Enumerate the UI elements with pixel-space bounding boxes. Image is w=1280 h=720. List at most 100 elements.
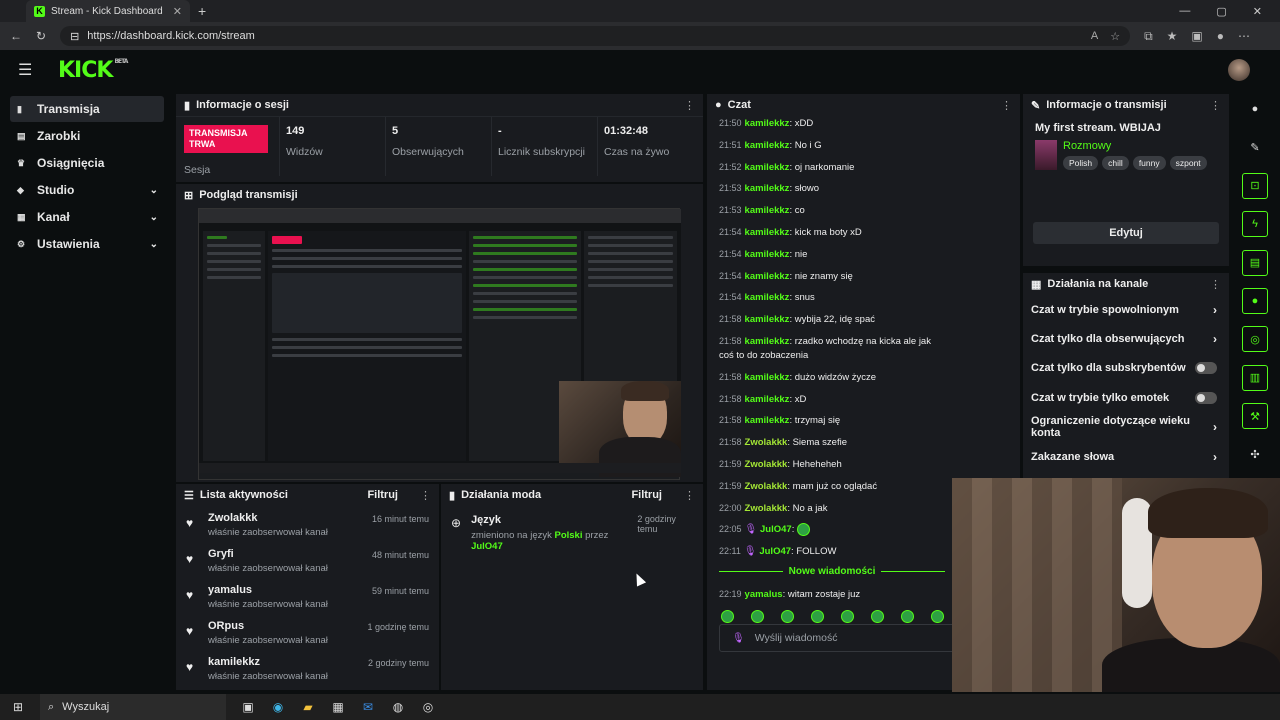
filter-button[interactable]: Filtruj [367, 489, 398, 501]
chat-username[interactable]: kamilekkz [745, 183, 790, 194]
chat-username[interactable]: kamilekkz [745, 249, 790, 260]
edge-icon[interactable]: ◉ [270, 699, 286, 715]
channel-action-item[interactable]: Czat w trybie tylko emotek [1023, 383, 1229, 412]
sidebar-item-osiagniecia[interactable]: ♛ Osiągnięcia [10, 150, 164, 176]
more-options-icon[interactable]: ⋮ [1210, 278, 1221, 291]
broadcast-icon[interactable]: ◎ [1242, 326, 1268, 353]
chat-username[interactable]: Zwolakkk [745, 437, 788, 448]
close-tab-icon[interactable]: ✕ [173, 5, 182, 18]
maximize-icon[interactable]: ▢ [1216, 5, 1226, 18]
obs-icon[interactable]: ◎ [420, 699, 436, 715]
close-window-icon[interactable]: ✕ [1253, 5, 1262, 18]
emote-icon[interactable] [811, 610, 824, 623]
chat-username[interactable]: JulO47 [760, 524, 792, 535]
more-icon[interactable]: ⋯ [1238, 29, 1250, 44]
site-info-icon[interactable]: ⊟ [70, 30, 79, 43]
chat-username[interactable]: Zwolakkk [745, 481, 788, 492]
chat-input[interactable]: 🎙 Wyślij wiadomość [719, 624, 959, 652]
chat-username[interactable]: yamalus [745, 589, 783, 600]
chat-username[interactable]: kamilekkz [745, 292, 790, 303]
chat-username[interactable]: kamilekkz [745, 271, 790, 282]
channel-action-item[interactable]: Czat tylko dla obserwujących › [1023, 324, 1229, 353]
chat-text: wybija 22, idę spać [794, 314, 875, 326]
chat-text: nie [794, 248, 808, 260]
edit-button[interactable]: Edytuj [1033, 222, 1219, 244]
chat-username[interactable]: kamilekkz [745, 227, 790, 238]
task-view-icon[interactable]: ▣ [240, 699, 256, 715]
chat-bubble-icon[interactable]: ● [1242, 287, 1268, 314]
app-icon[interactable]: ◍ [390, 699, 406, 715]
profile-icon[interactable]: ● [1217, 29, 1224, 44]
toggle-switch[interactable] [1195, 362, 1217, 375]
channel-action-item[interactable]: Ograniczenie dotyczące wieku konta › [1023, 413, 1229, 442]
emote-icon[interactable] [871, 610, 884, 623]
sidebar-item-ustawienia[interactable]: ⚙ Ustawienia ⌄ [10, 231, 164, 257]
list-item: ♥ yamalus właśnie zaobserwował kanał 59 min… [176, 578, 439, 614]
user-avatar[interactable] [1228, 59, 1250, 81]
chat-username[interactable]: JulO47 [759, 546, 791, 557]
chat-username[interactable]: kamilekkz [745, 415, 790, 426]
chat-time: 22:11 [719, 546, 741, 557]
browser-tab[interactable]: K Stream - Kick Dashboard ✕ [26, 0, 190, 22]
info-icon[interactable]: ● [1242, 96, 1268, 122]
back-icon[interactable]: ← [10, 29, 22, 43]
kick-logo[interactable]: KICK BETA [58, 58, 128, 83]
chat-username[interactable]: kamilekkz [745, 140, 790, 151]
sidebar-item-zarobki[interactable]: ▤ Zarobki [10, 123, 164, 149]
wrench-icon[interactable]: ⚒ [1242, 403, 1268, 430]
emote-icon[interactable] [841, 610, 854, 623]
emote-icon[interactable] [751, 610, 764, 623]
emote-icon[interactable] [901, 610, 914, 623]
lightning-icon[interactable]: ϟ [1242, 211, 1268, 238]
channel-action-item[interactable]: Czat tylko dla subskrybentów [1023, 354, 1229, 383]
refresh-icon[interactable]: ↻ [36, 29, 46, 43]
chat-message: 21:58 kamilekkz: xD [719, 392, 945, 407]
sidebar-item-kanal[interactable]: ▦ Kanał ⌄ [10, 204, 164, 230]
more-options-icon[interactable]: ⋮ [684, 489, 695, 502]
emote-icon[interactable] [931, 610, 944, 623]
favorite-icon[interactable]: ☆ [1110, 30, 1120, 43]
chat-username[interactable]: kamilekkz [745, 162, 790, 173]
store-icon[interactable]: ▦ [330, 699, 346, 715]
chat-username[interactable]: Zwolakkk [745, 459, 788, 470]
pencil-icon[interactable]: ✎ [1242, 134, 1268, 160]
more-options-icon[interactable]: ⋮ [1001, 99, 1012, 112]
more-options-icon[interactable]: ⋮ [684, 99, 695, 112]
clipboard-icon[interactable]: ▤ [1242, 249, 1268, 276]
outlook-icon[interactable]: ✉ [360, 699, 376, 715]
channel-action-item[interactable]: Czat w trybie spowolnionym › [1023, 295, 1229, 324]
windows-start-icon[interactable]: ⊞ [10, 699, 26, 715]
taskbar-search[interactable]: ⌕ Wyszukaj [40, 694, 226, 720]
puzzle-icon[interactable]: ✣ [1242, 442, 1268, 468]
chat-username[interactable]: Zwolakkk [745, 503, 788, 514]
chat-username[interactable]: kamilekkz [745, 336, 790, 347]
scan-icon[interactable]: ⊡ [1242, 172, 1268, 199]
stream-preview[interactable] [198, 208, 681, 480]
extensions-icon[interactable]: ⧉ [1144, 29, 1153, 44]
filter-button[interactable]: Filtruj [631, 489, 662, 501]
sidebar-item-transmisja[interactable]: ▮ Transmisja [10, 96, 164, 122]
sidebar-item-studio[interactable]: ◆ Studio ⌄ [10, 177, 164, 203]
file-explorer-icon[interactable]: ▰ [300, 699, 316, 715]
menu-icon[interactable]: ☰ [18, 60, 42, 80]
chat-username[interactable]: kamilekkz [745, 314, 790, 325]
channel-action-item[interactable]: Zakazane słowa › [1023, 442, 1229, 471]
category-name[interactable]: Rozmowy [1063, 140, 1207, 152]
address-bar[interactable]: ⊟ https://dashboard.kick.com/stream A ☆ [60, 26, 1131, 46]
emote-icon[interactable] [721, 610, 734, 623]
chat-username[interactable]: kamilekkz [745, 205, 790, 216]
minimize-icon[interactable]: — [1179, 5, 1190, 18]
toggle-switch[interactable] [1195, 391, 1217, 404]
chat-username[interactable]: kamilekkz [745, 394, 790, 405]
more-options-icon[interactable]: ⋮ [420, 489, 431, 502]
emote-icon[interactable] [781, 610, 794, 623]
more-options-icon[interactable]: ⋮ [1210, 99, 1221, 112]
chat-username[interactable]: kamilekkz [745, 118, 790, 129]
chat-username[interactable]: kamilekkz [745, 372, 790, 383]
favorites-icon[interactable]: ★ [1167, 29, 1178, 44]
channel-action-label: Czat tylko dla subskrybentów [1031, 362, 1186, 375]
collections-icon[interactable]: ▣ [1191, 29, 1202, 44]
read-aloud-icon[interactable]: A [1091, 30, 1098, 43]
new-tab-icon[interactable]: + [198, 3, 206, 19]
server-icon[interactable]: ▥ [1242, 364, 1268, 391]
